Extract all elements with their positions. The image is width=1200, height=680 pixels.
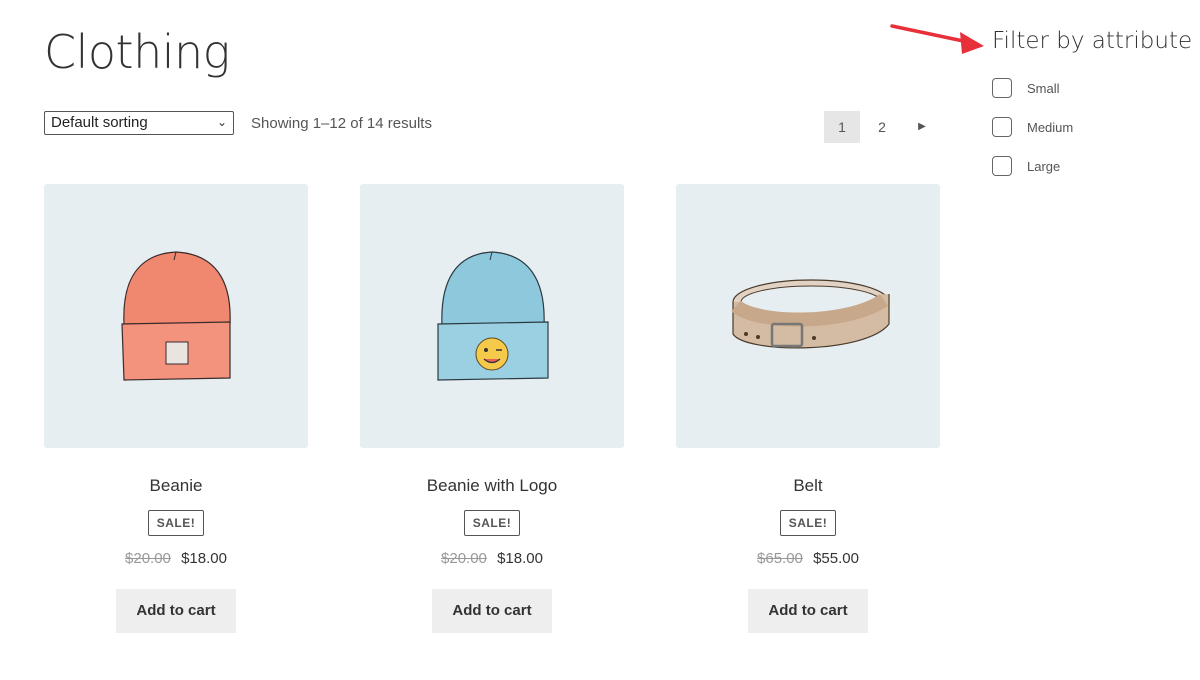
- filter-item-medium[interactable]: Medium: [992, 117, 1192, 137]
- page-2-button[interactable]: 2: [864, 111, 900, 143]
- product-image-beanie-with-logo[interactable]: [360, 184, 624, 448]
- sale-price: $55.00: [813, 550, 859, 567]
- original-price: $20.00: [441, 550, 487, 567]
- add-to-cart-button[interactable]: Add to cart: [432, 589, 552, 633]
- sale-badge: SALE!: [147, 510, 205, 536]
- product-card: Beanie with Logo SALE! $20.00 $18.00 Add…: [360, 184, 624, 633]
- filter-checkbox-medium[interactable]: [992, 117, 1012, 137]
- result-count: Showing 1–12 of 14 results: [251, 115, 432, 132]
- pagination: 1 2 ▶: [824, 111, 940, 143]
- filter-widget: Filter by attribute Small Medium Large: [992, 28, 1192, 195]
- product-name[interactable]: Belt: [676, 476, 940, 498]
- filter-item-small[interactable]: Small: [992, 78, 1192, 98]
- product-name[interactable]: Beanie with Logo: [360, 476, 624, 498]
- product-image-belt[interactable]: [676, 184, 940, 448]
- product-name[interactable]: Beanie: [44, 476, 308, 498]
- add-to-cart-button[interactable]: Add to cart: [748, 589, 868, 633]
- filter-checkbox-large[interactable]: [992, 156, 1012, 176]
- filter-list: Small Medium Large: [992, 78, 1192, 176]
- filter-label[interactable]: Medium: [1027, 120, 1073, 135]
- beanie-with-logo-image: [437, 251, 549, 381]
- product-price: $65.00 $55.00: [676, 550, 940, 567]
- triangle-right-icon: ▶: [918, 121, 926, 132]
- belt-image: [731, 279, 890, 349]
- chevron-down-icon: ⌄: [216, 115, 227, 129]
- sale-price: $18.00: [497, 550, 543, 567]
- filter-item-large[interactable]: Large: [992, 156, 1192, 176]
- product-card: Beanie SALE! $20.00 $18.00 Add to cart: [44, 184, 308, 633]
- sorting-select[interactable]: Default sorting ⌄: [44, 111, 234, 135]
- sale-badge: SALE!: [463, 510, 521, 536]
- product-price: $20.00 $18.00: [360, 550, 624, 567]
- product-card: Belt SALE! $65.00 $55.00 Add to cart: [676, 184, 940, 633]
- sorting-select-value: Default sorting: [51, 114, 148, 131]
- sale-badge: SALE!: [779, 510, 837, 536]
- original-price: $65.00: [757, 550, 803, 567]
- product-image-beanie[interactable]: [44, 184, 308, 448]
- beanie-image: [121, 251, 231, 381]
- filter-label[interactable]: Small: [1027, 81, 1060, 96]
- next-page-button[interactable]: ▶: [904, 111, 940, 143]
- filter-title: Filter by attribute: [992, 28, 1193, 54]
- annotation-arrow-icon: [890, 24, 984, 54]
- page-1-button[interactable]: 1: [824, 111, 860, 143]
- original-price: $20.00: [125, 550, 171, 567]
- filter-label[interactable]: Large: [1027, 159, 1060, 174]
- page-title: Clothing: [44, 25, 230, 79]
- shop-toolbar: Default sorting ⌄ Showing 1–12 of 14 res…: [44, 111, 940, 143]
- product-grid: Beanie SALE! $20.00 $18.00 Add to cart B…: [44, 184, 940, 644]
- sale-price: $18.00: [181, 550, 227, 567]
- filter-checkbox-small[interactable]: [992, 78, 1012, 98]
- product-price: $20.00 $18.00: [44, 550, 308, 567]
- add-to-cart-button[interactable]: Add to cart: [116, 589, 236, 633]
